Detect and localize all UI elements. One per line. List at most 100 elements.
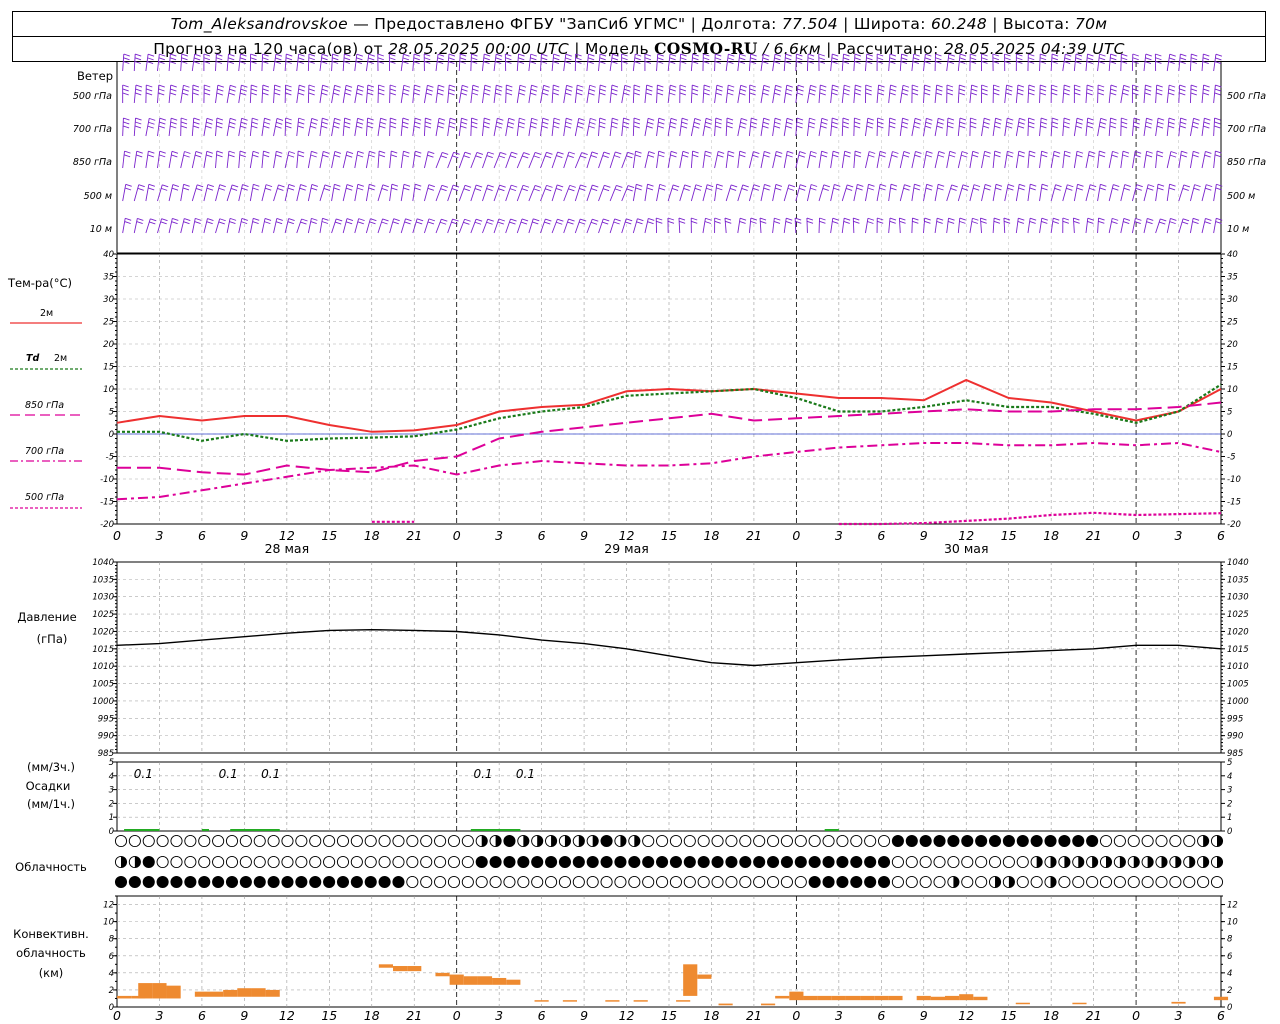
wind-barb-flag	[1160, 218, 1167, 222]
wind-barb-flag	[321, 221, 329, 224]
cloud-cover-symbol	[392, 855, 405, 869]
wind-level-label-left: 850 гПа	[73, 157, 112, 168]
cloud-cover-symbol	[711, 834, 724, 848]
wind-barb-staff	[354, 151, 359, 169]
wind-barb-staff	[714, 53, 716, 72]
wind-barb-staff	[133, 54, 136, 72]
wind-barb-staff	[284, 117, 287, 137]
wind-barb-flag	[566, 117, 573, 121]
wind-barb-flag	[867, 117, 874, 121]
convective-cloud-bar	[697, 974, 712, 979]
wind-barb-flag	[739, 221, 746, 224]
precip-value-label: 0.1	[219, 767, 238, 781]
wind-barb-flag	[134, 125, 142, 129]
wind-barb-flag	[170, 88, 177, 92]
cloud-cover-symbol	[725, 834, 738, 848]
wind-barb-flag	[472, 84, 480, 88]
wind-barb-flag	[616, 185, 623, 188]
wind-barb-flag	[300, 221, 307, 225]
cloud-cover-half	[953, 876, 959, 888]
wind-barb-staff	[1015, 151, 1020, 169]
wind-barb-flag	[262, 57, 269, 61]
wind-barb-staff	[1108, 118, 1111, 137]
wind-barb-staff	[1143, 151, 1148, 169]
wind-barb-staff	[122, 151, 125, 169]
wind-barb-flag	[145, 92, 153, 96]
wind-barb-staff	[1189, 184, 1196, 202]
wind-barb-flag	[670, 150, 678, 154]
x-tick-label: 3	[1175, 528, 1183, 543]
wind-barb-flag	[579, 188, 586, 191]
wind-barb-flag	[1051, 84, 1058, 88]
wind-barb-flag	[807, 53, 815, 57]
wind-barb-flag	[775, 84, 782, 88]
wind-barb-flag	[959, 117, 967, 121]
cloud-cover-symbol	[850, 834, 863, 848]
wind-barb-staff	[574, 152, 583, 169]
wind-barb-staff	[435, 152, 443, 169]
cloud-cover-symbol	[336, 855, 350, 869]
cloud-cover-symbol	[1183, 875, 1196, 889]
wind-barb-flag	[125, 217, 132, 221]
wind-barb-flag	[544, 155, 552, 159]
wind-barb-flag	[568, 151, 576, 155]
wind-barb-flag	[832, 217, 839, 221]
wind-barb-staff	[458, 185, 466, 202]
wind-barb-flag	[797, 84, 805, 88]
wind-barb-flag	[1007, 187, 1014, 191]
wind-barb-flag	[530, 92, 537, 96]
wind-barb-flag	[1062, 217, 1069, 221]
wind-barb-staff	[1073, 151, 1078, 169]
wind-barb-flag	[727, 61, 734, 65]
cloud-cover-symbol	[919, 875, 932, 889]
cloud-cover-symbol	[683, 834, 696, 848]
wind-barb-flag	[495, 88, 502, 92]
wind-barb-flag	[1193, 117, 1200, 121]
cloud-cover-symbol	[350, 834, 363, 848]
wind-barb-flag	[541, 53, 548, 57]
x-tick-label: 21	[406, 1008, 422, 1023]
wind-barb-flag	[784, 61, 792, 64]
wind-barb-flag	[369, 183, 376, 187]
wind-barb-staff	[191, 151, 197, 169]
wind-barb-flag	[993, 217, 1001, 221]
wind-barb-flag	[995, 117, 1002, 121]
wind-barb-flag	[216, 150, 223, 154]
wind-barb-staff	[621, 118, 624, 137]
wind-barb-flag	[588, 92, 595, 96]
wind-barb-staff	[724, 218, 727, 234]
cloud-cover-symbol	[350, 855, 363, 869]
cloud-cover-symbol	[1016, 875, 1029, 889]
wind-barb-flag	[483, 125, 490, 129]
convective-panel-ylabel-right: 8	[1227, 935, 1233, 945]
wind-barb-flag	[566, 84, 573, 88]
wind-barb-flag	[519, 117, 526, 121]
wind-barb-staff	[540, 185, 547, 202]
wind-barb-flag	[670, 84, 677, 88]
cloud-cover-symbol	[711, 875, 724, 889]
wind-barb-staff	[307, 184, 313, 202]
wind-barb-flag	[924, 217, 931, 221]
wind-barb-staff	[261, 85, 264, 104]
wind-barb-flag	[1040, 84, 1047, 88]
wind-barb-flag	[1063, 125, 1070, 129]
wind-barb-flag	[149, 221, 156, 225]
wind-barb-flag	[752, 154, 759, 158]
wind-barb-flag	[250, 53, 257, 57]
wind-barb-flag	[753, 151, 760, 154]
wind-barb-flag	[1168, 92, 1175, 96]
wind-barb-flag	[727, 57, 735, 61]
wind-barb-staff	[389, 184, 393, 202]
wind-barb-staff	[470, 184, 477, 202]
wind-barb-flag	[428, 218, 436, 222]
wind-barb-staff	[1085, 218, 1089, 234]
wind-barb-staff	[969, 218, 973, 234]
wind-barb-staff	[656, 184, 661, 202]
wind-barb-staff	[1108, 54, 1112, 72]
wind-barb-staff	[284, 184, 290, 202]
wind-barb-flag	[925, 154, 933, 158]
wind-barb-flag	[122, 88, 129, 92]
wind-barb-flag	[250, 92, 257, 96]
wind-barb-flag	[947, 220, 955, 224]
wind-barb-flag	[389, 121, 397, 125]
